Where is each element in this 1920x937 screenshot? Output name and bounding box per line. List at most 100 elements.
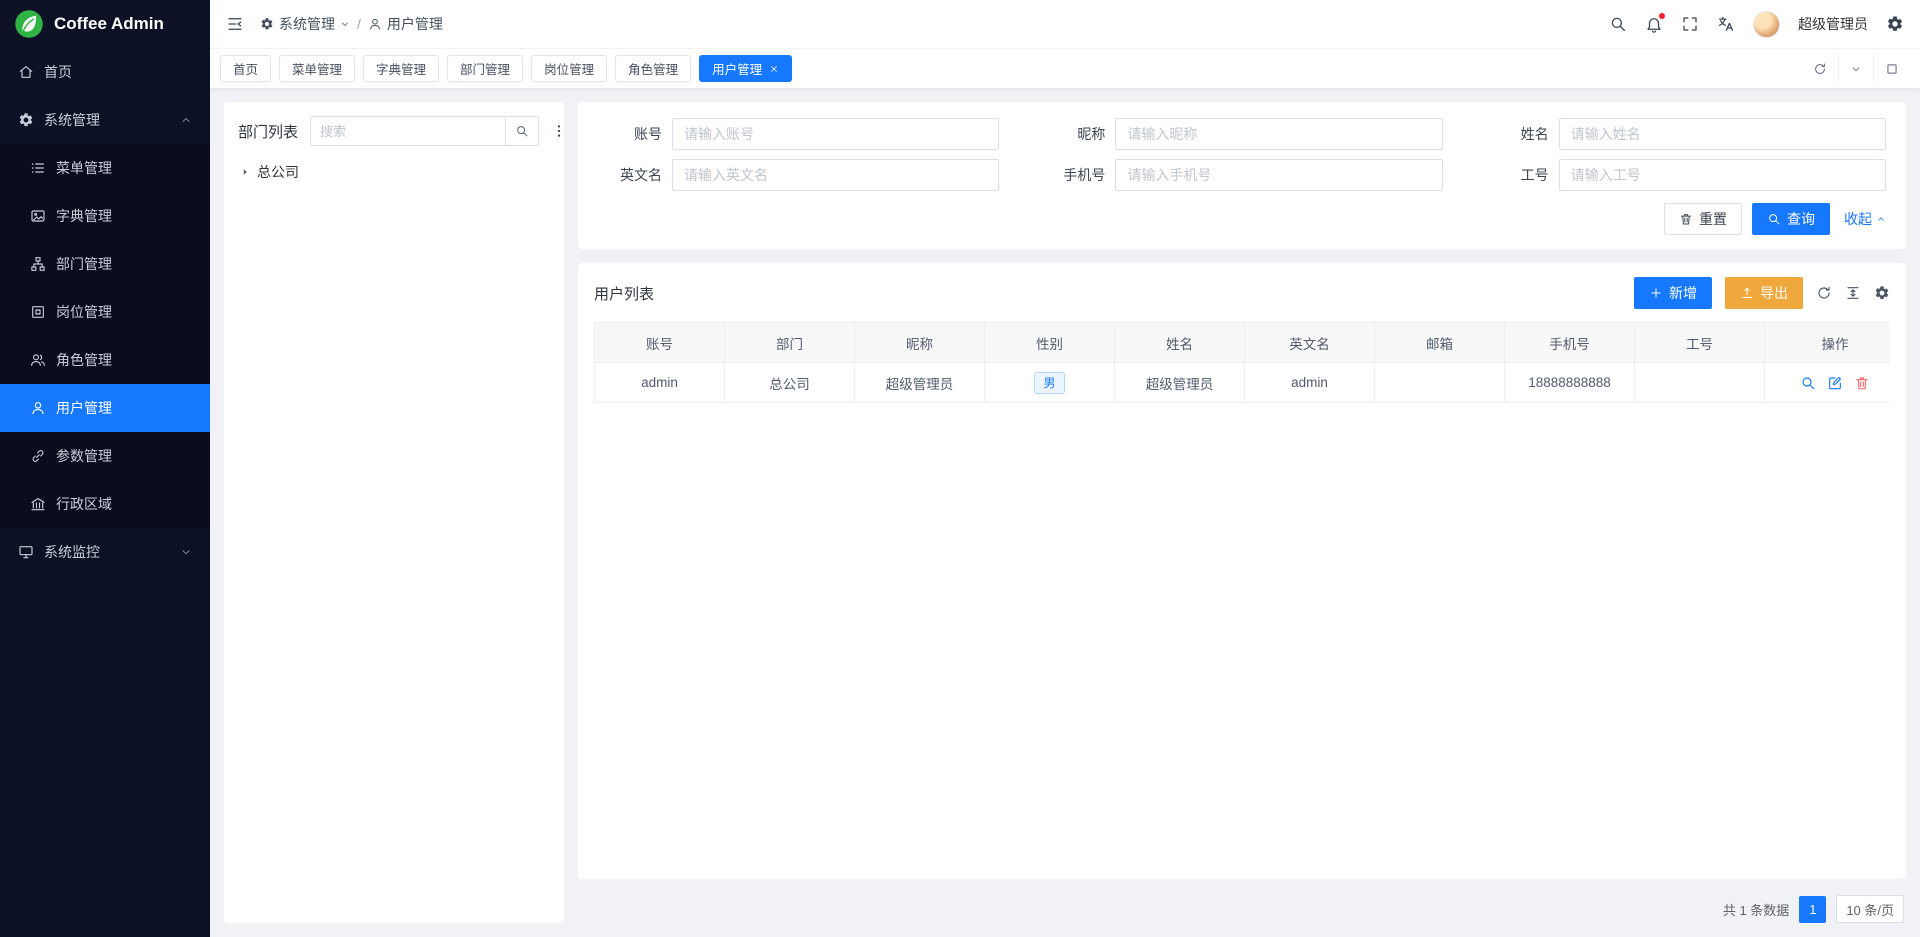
tab-options-chevron-icon[interactable] (1838, 55, 1873, 82)
gear-icon (260, 17, 274, 31)
job-number-input[interactable] (1559, 159, 1886, 191)
sidebar-item-label: 系统监控 (44, 542, 100, 562)
cell-name: 超级管理员 (1115, 363, 1245, 403)
coffee-leaf-icon (14, 9, 44, 39)
tab-user-management[interactable]: 用户管理 (699, 55, 792, 82)
tab-bar: 首页 菜单管理 字典管理 部门管理 岗位管理 角色管理 用户管理 (210, 48, 1920, 88)
translate-icon[interactable] (1717, 15, 1735, 33)
sidebar-item-user-management[interactable]: 用户管理 (0, 384, 210, 432)
maximize-icon[interactable] (1873, 55, 1910, 82)
table-row[interactable]: admin 总公司 超级管理员 男 超级管理员 admin 1888888888… (595, 363, 1891, 403)
nickname-input[interactable] (1115, 118, 1442, 150)
sidebar-item-home[interactable]: 首页 (0, 48, 210, 96)
department-tree-root[interactable]: 总公司 (238, 160, 550, 184)
page-number-button[interactable]: 1 (1799, 896, 1826, 923)
sidebar-item-dict-management[interactable]: 字典管理 (0, 192, 210, 240)
chevron-down-icon (340, 19, 350, 29)
job-number-label: 工号 (1485, 165, 1549, 185)
search-form-grid: 账号 昵称 姓名 英文名 (598, 118, 1886, 191)
user-name[interactable]: 超级管理员 (1798, 14, 1868, 34)
export-button[interactable]: 导出 (1725, 277, 1803, 309)
table-header-row: 账号 部门 昵称 性别 姓名 英文名 邮箱 手机号 工号 生日 (595, 323, 1891, 363)
account-input[interactable] (672, 118, 999, 150)
english-name-label: 英文名 (598, 165, 662, 185)
department-search-button[interactable] (505, 116, 539, 146)
sidebar-item-system-monitor[interactable]: 系统监控 (0, 528, 210, 576)
tab-post-management[interactable]: 岗位管理 (531, 55, 607, 82)
top-header: 系统管理 / 用户管理 超级管理员 (210, 0, 1920, 48)
form-item-nickname: 昵称 (1041, 118, 1442, 150)
tab-dict-management[interactable]: 字典管理 (363, 55, 439, 82)
page-size-select[interactable]: 10 条/页 (1836, 895, 1904, 923)
user-icon (30, 400, 46, 416)
tab-close-icon[interactable] (769, 64, 779, 74)
breadcrumb-label: 系统管理 (279, 14, 335, 34)
department-panel: 部门列表 总公司 (224, 102, 564, 923)
chevron-up-icon (180, 114, 192, 126)
english-name-input[interactable] (672, 159, 999, 191)
add-user-button[interactable]: 新增 (1634, 277, 1712, 309)
col-account: 账号 (595, 323, 725, 363)
sidebar-item-label: 用户管理 (56, 398, 112, 418)
department-more-icon[interactable] (551, 123, 567, 139)
cell-department: 总公司 (725, 363, 855, 403)
row-density-icon[interactable] (1845, 285, 1861, 301)
breadcrumb-system-management[interactable]: 系统管理 (260, 14, 350, 34)
org-chart-icon (30, 256, 46, 272)
form-item-english-name: 英文名 (598, 159, 999, 191)
tab-home[interactable]: 首页 (220, 55, 271, 82)
system-management-submenu: 菜单管理 字典管理 部门管理 岗位管理 角色管理 (0, 144, 210, 528)
sidebar-item-param-management[interactable]: 参数管理 (0, 432, 210, 480)
sidebar-item-system-management[interactable]: 系统管理 (0, 96, 210, 144)
name-input[interactable] (1559, 118, 1886, 150)
refresh-icon[interactable] (1802, 55, 1838, 82)
fullscreen-icon[interactable] (1681, 15, 1699, 33)
settings-gear-icon[interactable] (1886, 15, 1904, 33)
breadcrumb-user-management[interactable]: 用户管理 (368, 14, 443, 34)
search-form-actions: 重置 查询 收起 (598, 203, 1886, 235)
header-actions: 超级管理员 (1609, 11, 1904, 38)
view-row-icon[interactable] (1800, 375, 1816, 391)
department-search-input[interactable] (310, 116, 505, 146)
query-button[interactable]: 查询 (1752, 203, 1830, 235)
col-email: 邮箱 (1375, 323, 1505, 363)
sidebar-item-dept-management[interactable]: 部门管理 (0, 240, 210, 288)
notification-dot (1659, 13, 1665, 19)
sidebar-item-label: 行政区域 (56, 494, 112, 514)
delete-row-icon[interactable] (1854, 375, 1870, 391)
user-avatar[interactable] (1753, 11, 1780, 38)
cell-english-name: admin (1245, 363, 1375, 403)
list-icon (30, 160, 46, 176)
sidebar-item-role-management[interactable]: 角色管理 (0, 336, 210, 384)
col-department: 部门 (725, 323, 855, 363)
chevron-down-icon (180, 546, 192, 558)
collapse-sidebar-icon[interactable] (226, 15, 244, 33)
phone-input[interactable] (1115, 159, 1442, 191)
sidebar-item-menu-management[interactable]: 菜单管理 (0, 144, 210, 192)
refresh-table-icon[interactable] (1816, 285, 1832, 301)
tab-dept-management[interactable]: 部门管理 (447, 55, 523, 82)
search-icon[interactable] (1609, 15, 1627, 33)
tab-menu-management[interactable]: 菜单管理 (279, 55, 355, 82)
app-title: Coffee Admin (54, 14, 164, 34)
collapse-filters-link[interactable]: 收起 (1844, 209, 1886, 229)
monitor-icon (18, 544, 34, 560)
caret-right-icon[interactable] (240, 167, 250, 177)
sidebar-item-admin-region[interactable]: 行政区域 (0, 480, 210, 528)
column-settings-gear-icon[interactable] (1874, 285, 1890, 301)
edit-row-icon[interactable] (1827, 375, 1843, 391)
tab-role-management[interactable]: 角色管理 (615, 55, 691, 82)
col-actions: 操作 (1780, 323, 1890, 363)
user-table-scroll-container[interactable]: 账号 部门 昵称 性别 姓名 英文名 邮箱 手机号 工号 生日 (594, 322, 1890, 879)
sidebar-item-label: 字典管理 (56, 206, 112, 226)
sidebar-item-post-management[interactable]: 岗位管理 (0, 288, 210, 336)
col-name: 姓名 (1115, 323, 1245, 363)
notification-bell-icon[interactable] (1645, 15, 1663, 33)
reset-button[interactable]: 重置 (1664, 203, 1742, 235)
search-form-card: 账号 昵称 姓名 英文名 (578, 102, 1906, 249)
department-tree-label: 总公司 (257, 162, 299, 182)
pagination: 共 1 条数据 1 10 条/页 (578, 893, 1906, 923)
department-search-group (310, 116, 539, 146)
bank-icon (30, 496, 46, 512)
sidebar-item-label: 岗位管理 (56, 302, 112, 322)
